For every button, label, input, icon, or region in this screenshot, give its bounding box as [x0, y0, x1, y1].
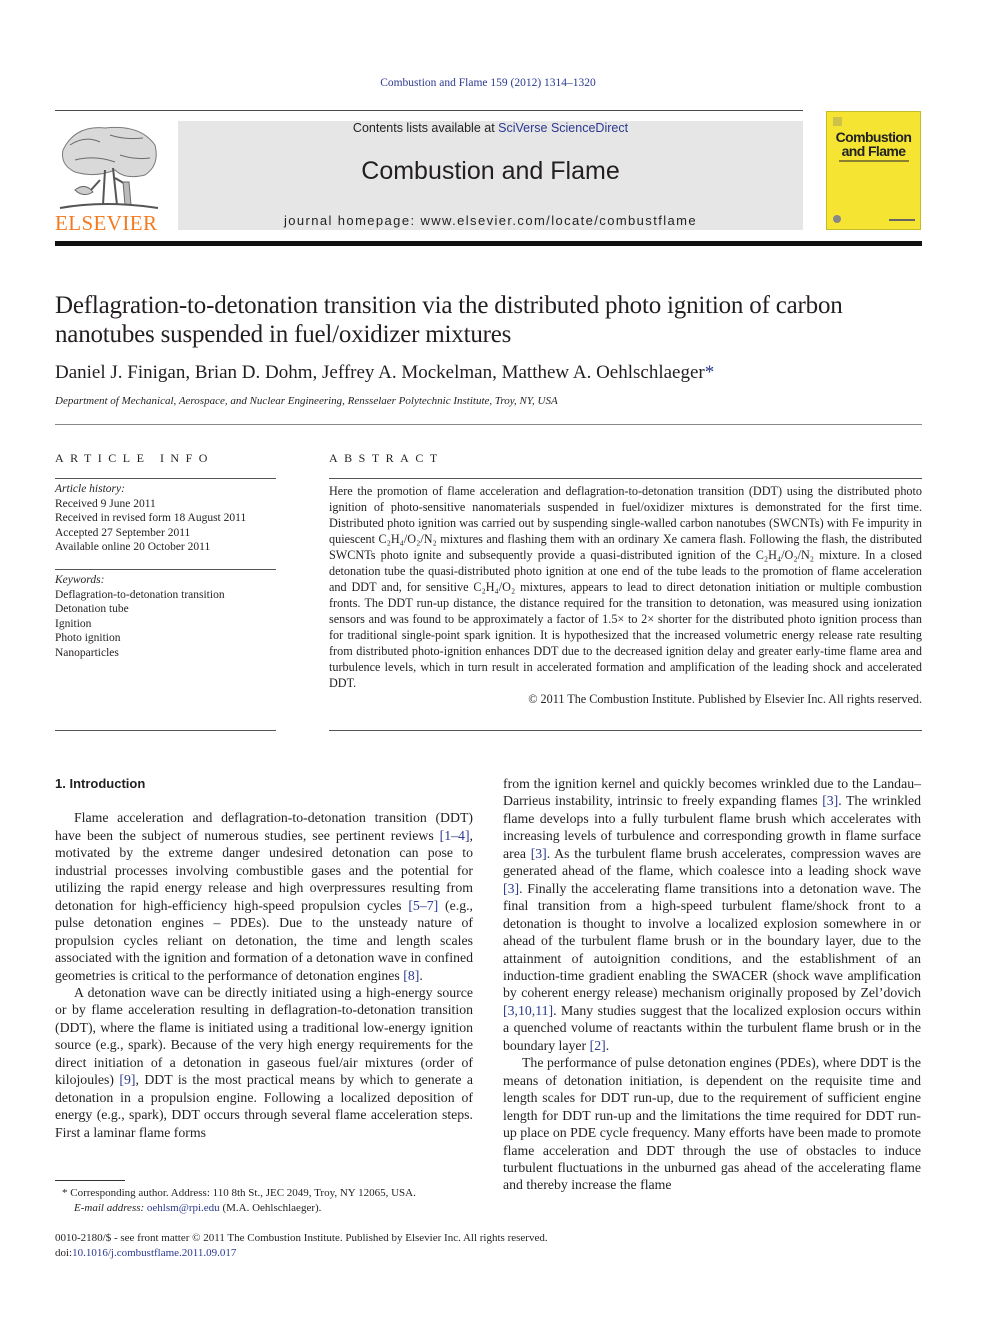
section-heading: 1. Introduction: [55, 776, 146, 791]
keyword: Nanoparticles: [55, 646, 119, 659]
citation-link[interactable]: [3,10,11]: [503, 1003, 553, 1018]
homepage-url[interactable]: www.elsevier.com/locate/combustflame: [420, 213, 697, 228]
cover-title-line1: Combustion: [835, 129, 912, 145]
paragraph: Flame acceleration and deflagration-to-d…: [55, 809, 473, 984]
header-rule: [55, 110, 803, 111]
cover-title-line2: and Flame: [841, 143, 906, 159]
article-history: Article history: Received 9 June 2011 Re…: [55, 482, 246, 555]
email-link[interactable]: oehlsm@rpi.edu: [147, 1202, 220, 1214]
cover-title: Combustion and Flame: [827, 130, 920, 158]
cover-emblem-icon: [833, 117, 842, 126]
divider: [329, 730, 922, 731]
body-column-left: 1. Introduction Flame acceleration and d…: [55, 775, 473, 1141]
divider: [55, 569, 276, 570]
article-title: Deflagration-to-detonation transition vi…: [55, 292, 843, 348]
divider: [55, 478, 276, 479]
citation-link[interactable]: [1–4]: [440, 828, 470, 843]
citation-link[interactable]: [9]: [119, 1072, 135, 1087]
history-label: Article history:: [55, 483, 125, 495]
text-run: . Many studies suggest that the localize…: [503, 1002, 921, 1053]
email-label: E-mail address:: [74, 1202, 147, 1214]
abstract-text: Here the promotion of flame acceleration…: [329, 484, 922, 690]
affiliation: Department of Mechanical, Aerospace, and…: [55, 395, 558, 407]
keyword: Detonation tube: [55, 603, 129, 615]
sciencedirect-link[interactable]: SciVerse ScienceDirect: [498, 121, 628, 135]
journal-citation[interactable]: Combustion and Flame 159 (2012) 1314–132…: [0, 77, 976, 89]
text-run: . Finally the accelerating flame transit…: [503, 880, 921, 1001]
history-item: Accepted 27 September 2011: [55, 526, 191, 539]
citation-link[interactable]: [3]: [503, 881, 519, 896]
front-matter: 0010-2180/$ - see front matter © 2011 Th…: [55, 1231, 548, 1261]
abstract-heading: ABSTRACT: [329, 451, 444, 465]
body-column-right: from the ignition kernel and quickly bec…: [503, 775, 921, 1194]
divider: [55, 730, 276, 731]
contents-prefix: Contents lists available at: [352, 121, 499, 135]
history-item: Received in revised form 18 August 2011: [55, 512, 247, 524]
history-item: Available online 20 October 2011: [55, 541, 211, 553]
elsevier-logo[interactable]: ELSEVIER: [55, 120, 163, 235]
issn-line: 0010-2180/$ - see front matter © 2011 Th…: [55, 1232, 548, 1244]
keywords-label: Keywords:: [55, 574, 105, 586]
footnote-rule: [55, 1180, 125, 1181]
journal-cover[interactable]: Combustion and Flame: [826, 111, 921, 230]
citation-link[interactable]: [3]: [822, 793, 838, 808]
citation-link[interactable]: [3]: [531, 846, 547, 861]
journal-title: Combustion and Flame: [361, 157, 620, 185]
citation-link[interactable]: [5–7]: [408, 898, 438, 913]
paragraph: A detonation wave can be directly initia…: [55, 984, 473, 1141]
elsevier-tree-icon: ELSEVIER: [55, 126, 159, 235]
text-run: .: [419, 967, 423, 983]
paragraph: The performance of pulse detonation engi…: [503, 1055, 921, 1193]
cover-publisher-mark: [889, 219, 915, 221]
footnote: * Corresponding author. Address: 110 8th…: [55, 1186, 416, 1216]
divider: [329, 478, 922, 479]
history-item: Received 9 June 2011: [55, 497, 156, 510]
abstract-copyright: © 2011 The Combustion Institute. Publish…: [528, 692, 922, 706]
abstract: Here the promotion of flame acceleration…: [329, 483, 922, 707]
header-thick-rule: [55, 241, 922, 246]
doi-link[interactable]: 10.1016/j.combustflame.2011.09.017: [72, 1247, 236, 1259]
journal-homepage: journal homepage: www.elsevier.com/locat…: [178, 213, 803, 228]
keyword: Deflagration-to-detonation transition: [55, 588, 225, 601]
keywords: Keywords: Deflagration-to-detonation tra…: [55, 573, 225, 660]
contents-line: Contents lists available at SciVerse Sci…: [178, 121, 803, 135]
cover-seal-icon: [833, 215, 841, 223]
keyword: Photo ignition: [55, 632, 121, 644]
homepage-prefix: journal homepage:: [283, 213, 421, 228]
email-suffix: (M.A. Oehlschlaeger).: [219, 1202, 322, 1214]
doi-label: doi:: [55, 1247, 73, 1259]
corresponding-author-marker[interactable]: *: [705, 362, 715, 383]
author-list: Daniel J. Finigan, Brian D. Dohm, Jeffre…: [55, 362, 714, 384]
paragraph: from the ignition kernel and quickly bec…: [503, 775, 921, 1054]
elsevier-wordmark: ELSEVIER: [55, 211, 157, 232]
authors: Daniel J. Finigan, Brian D. Dohm, Jeffre…: [55, 362, 705, 383]
keyword: Ignition: [55, 617, 92, 630]
citation-link[interactable]: [8]: [403, 968, 419, 983]
citation-link[interactable]: [2]: [590, 1038, 606, 1053]
cover-subtitle: [839, 160, 909, 162]
footnote-marker: *: [62, 1187, 68, 1199]
divider: [55, 424, 922, 425]
text-run: . As the turbulent flame brush accelerat…: [503, 845, 921, 879]
text-run: Flame acceleration and deflagration-to-d…: [55, 810, 473, 843]
text-run: .: [605, 1037, 610, 1053]
article-info-heading: ARTICLE INFO: [55, 451, 214, 465]
footnote-text: Corresponding author. Address: 110 8th S…: [67, 1187, 416, 1199]
